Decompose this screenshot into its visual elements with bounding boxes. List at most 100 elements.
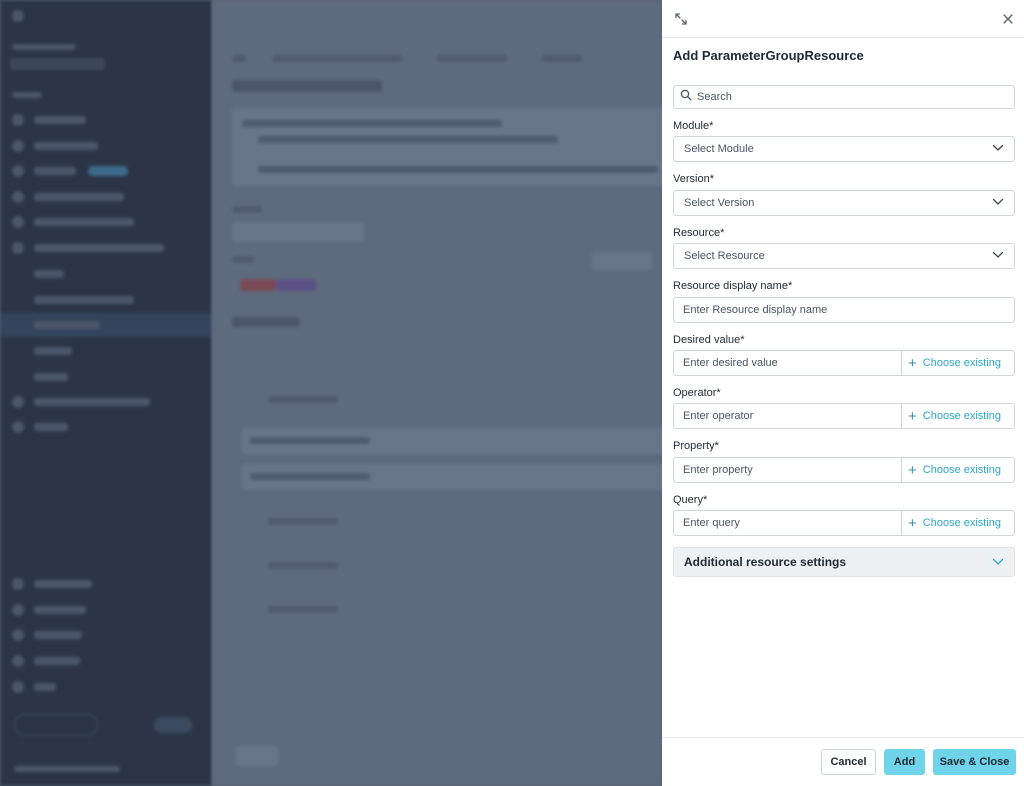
background-icon <box>12 604 24 616</box>
resource-select[interactable]: Select Resource <box>673 243 1015 269</box>
background-label <box>34 270 64 278</box>
close-icon[interactable] <box>997 8 1019 30</box>
background-label <box>34 631 82 639</box>
background-breadcrumb <box>232 55 246 62</box>
chevron-down-icon <box>992 197 1004 209</box>
operator-input[interactable] <box>683 410 892 422</box>
desired-value-input[interactable] <box>683 357 892 369</box>
query-field[interactable] <box>674 511 902 535</box>
desired-value-group: + Choose existing <box>673 350 1015 376</box>
background-text <box>258 166 658 173</box>
choose-existing-label: Choose existing <box>922 517 1002 529</box>
background-toggle <box>154 717 192 733</box>
property-group: + Choose existing <box>673 457 1015 483</box>
operator-choose-existing-button[interactable]: + Choose existing <box>902 404 1014 428</box>
version-label: Version* <box>673 173 714 185</box>
background-heading <box>232 317 300 327</box>
background-label <box>34 218 134 226</box>
background-breadcrumb <box>542 55 582 62</box>
add-button[interactable]: Add <box>884 749 925 775</box>
background-heading <box>232 80 382 92</box>
property-input[interactable] <box>683 464 892 476</box>
background-tag <box>240 279 276 291</box>
background-icon <box>12 242 24 254</box>
background-icon <box>12 629 24 641</box>
resource-label: Resource* <box>673 227 725 239</box>
background-breadcrumb <box>272 55 402 62</box>
background-text <box>250 437 370 444</box>
background-label <box>34 423 68 431</box>
background-text <box>242 120 502 127</box>
background-text <box>232 206 262 213</box>
background-badge <box>88 166 128 176</box>
background-label <box>34 296 134 304</box>
background-active-item <box>0 313 212 337</box>
display-name-input[interactable] <box>683 304 1005 316</box>
choose-existing-label: Choose existing <box>922 464 1002 476</box>
expand-icon[interactable] <box>670 8 692 30</box>
panel-topbar <box>662 0 1024 38</box>
background-label <box>12 44 76 50</box>
resource-select-value: Select Resource <box>684 250 765 262</box>
query-label: Query* <box>673 494 708 506</box>
operator-label: Operator* <box>673 387 721 399</box>
panel-footer: Cancel Add Save & Close <box>662 737 1024 786</box>
background-label <box>34 116 86 124</box>
module-select[interactable]: Select Module <box>673 136 1015 162</box>
background-text <box>268 606 338 613</box>
module-label: Module* <box>673 120 714 132</box>
search-field[interactable] <box>673 85 1015 109</box>
chevron-down-icon <box>992 143 1004 155</box>
background-field <box>232 222 364 242</box>
version-select-value: Select Version <box>684 197 755 209</box>
panel-title: Add ParameterGroupResource <box>673 48 864 63</box>
property-choose-existing-button[interactable]: + Choose existing <box>902 458 1014 482</box>
background-label <box>34 606 86 614</box>
query-choose-existing-button[interactable]: + Choose existing <box>902 511 1014 535</box>
background-icon <box>12 165 24 177</box>
background-icon <box>12 396 24 408</box>
background-main <box>212 0 672 786</box>
background-control <box>14 714 98 736</box>
desired-value-choose-existing-button[interactable]: + Choose existing <box>902 351 1014 375</box>
search-icon <box>680 88 692 106</box>
background-label <box>14 766 120 772</box>
desired-value-label: Desired value* <box>673 334 745 346</box>
operator-field[interactable] <box>674 404 902 428</box>
background-icon <box>12 421 24 433</box>
background-label <box>34 142 98 150</box>
background-field <box>592 252 652 270</box>
background-icon <box>12 216 24 228</box>
background-sidebar <box>0 0 212 786</box>
background-label <box>34 580 92 588</box>
save-close-button[interactable]: Save & Close <box>933 749 1016 775</box>
background-icon <box>12 140 24 152</box>
cancel-button[interactable]: Cancel <box>821 749 876 775</box>
background-icon <box>12 655 24 667</box>
chevron-down-icon <box>992 250 1004 262</box>
additional-settings-accordion[interactable]: Additional resource settings <box>673 547 1015 577</box>
query-group: + Choose existing <box>673 510 1015 536</box>
query-input[interactable] <box>683 517 892 529</box>
choose-existing-label: Choose existing <box>922 357 1002 369</box>
background-breadcrumb <box>437 55 507 62</box>
choose-existing-label: Choose existing <box>922 410 1002 422</box>
add-resource-panel: Add ParameterGroupResource Module* Selec… <box>662 0 1024 786</box>
background-tag <box>276 279 316 291</box>
background-label <box>34 321 100 329</box>
plus-icon: + <box>908 461 917 479</box>
desired-value-field[interactable] <box>674 351 902 375</box>
background-text <box>268 562 338 569</box>
background-text <box>232 256 254 263</box>
property-field[interactable] <box>674 458 902 482</box>
search-input[interactable] <box>697 91 997 103</box>
display-name-field[interactable] <box>673 297 1015 323</box>
background-label <box>34 373 68 381</box>
version-select[interactable]: Select Version <box>673 190 1015 216</box>
background-label <box>34 347 72 355</box>
plus-icon: + <box>908 514 917 532</box>
background-label <box>34 193 124 201</box>
background-label <box>34 167 76 175</box>
background-label <box>34 398 150 406</box>
background-label <box>12 92 42 98</box>
